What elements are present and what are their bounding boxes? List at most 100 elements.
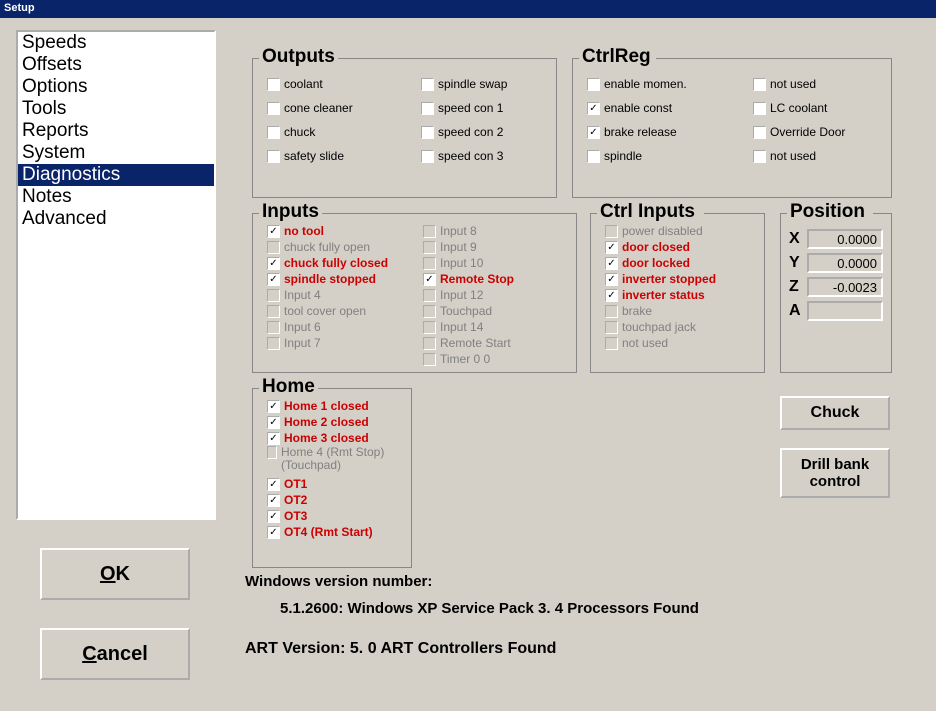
- drill-bank-button[interactable]: Drill bank control: [780, 448, 890, 498]
- outputs-checkbox[interactable]: [421, 126, 434, 139]
- home-row: Home 4 (Rmt Stop) (Touchpad): [267, 446, 402, 476]
- inputs-checkbox[interactable]: [267, 257, 280, 270]
- ctrlinputs-checkbox[interactable]: [605, 337, 618, 350]
- ctrlinputs-checkbox[interactable]: [605, 305, 618, 318]
- home-checkbox[interactable]: [267, 446, 277, 459]
- position-row-x: X0.0000: [789, 229, 883, 249]
- ctrlreg-row: Override Door: [753, 120, 845, 144]
- ctrlreg-row: enable momen.: [587, 72, 687, 96]
- ctrlinputs-label: power disabled: [622, 224, 703, 238]
- inputs-row: Input 7: [267, 335, 388, 351]
- inputs-checkbox[interactable]: [267, 273, 280, 286]
- outputs-checkbox[interactable]: [421, 102, 434, 115]
- inputs-label: spindle stopped: [284, 272, 376, 286]
- home-row: Home 1 closed: [267, 398, 402, 414]
- inputs-checkbox[interactable]: [423, 273, 436, 286]
- ctrlinputs-checkbox[interactable]: [605, 273, 618, 286]
- inputs-row: Input 10: [423, 255, 514, 271]
- ctrlreg-checkbox[interactable]: [587, 150, 600, 163]
- position-row-z: Z-0.0023: [789, 277, 883, 297]
- inputs-row: Input 9: [423, 239, 514, 255]
- win-version-label: Windows version number:: [245, 573, 432, 590]
- inputs-checkbox[interactable]: [423, 353, 436, 366]
- home-row: OT1: [267, 476, 402, 492]
- outputs-row: safety slide: [267, 144, 353, 168]
- position-axis-label: A: [789, 302, 807, 320]
- outputs-label: speed con 2: [438, 125, 503, 139]
- ctrlreg-checkbox[interactable]: [753, 78, 766, 91]
- ctrlinputs-group: Ctrl Inputs power disableddoor closeddoo…: [590, 213, 765, 373]
- nav-list[interactable]: SpeedsOffsetsOptionsToolsReportsSystemDi…: [16, 30, 216, 520]
- nav-item-notes[interactable]: Notes: [18, 186, 214, 208]
- outputs-checkbox[interactable]: [421, 78, 434, 91]
- home-label: OT4 (Rmt Start): [284, 525, 373, 539]
- title-bar: Setup: [0, 0, 936, 18]
- nav-item-diagnostics[interactable]: Diagnostics: [18, 164, 214, 186]
- home-checkbox[interactable]: [267, 478, 280, 491]
- ctrlinputs-label: not used: [622, 336, 668, 350]
- inputs-row: Remote Start: [423, 335, 514, 351]
- home-label: OT3: [284, 509, 307, 523]
- inputs-label: Timer 0 0: [440, 352, 490, 366]
- ctrlinputs-checkbox[interactable]: [605, 289, 618, 302]
- outputs-checkbox[interactable]: [267, 126, 280, 139]
- home-label: OT2: [284, 493, 307, 507]
- outputs-label: spindle swap: [438, 77, 507, 91]
- home-checkbox[interactable]: [267, 416, 280, 429]
- inputs-checkbox[interactable]: [267, 337, 280, 350]
- inputs-checkbox[interactable]: [267, 289, 280, 302]
- ctrlinputs-checkbox[interactable]: [605, 257, 618, 270]
- inputs-row: Touchpad: [423, 303, 514, 319]
- ctrlinputs-label: inverter status: [622, 288, 705, 302]
- home-checkbox[interactable]: [267, 494, 280, 507]
- ctrlinputs-checkbox[interactable]: [605, 225, 618, 238]
- outputs-checkbox[interactable]: [421, 150, 434, 163]
- inputs-checkbox[interactable]: [267, 241, 280, 254]
- nav-item-advanced[interactable]: Advanced: [18, 208, 214, 230]
- ctrlreg-label: not used: [770, 149, 816, 163]
- ctrlreg-checkbox[interactable]: [587, 126, 600, 139]
- ctrlinputs-checkbox[interactable]: [605, 241, 618, 254]
- outputs-label: cone cleaner: [284, 101, 353, 115]
- nav-item-tools[interactable]: Tools: [18, 98, 214, 120]
- ctrlreg-checkbox[interactable]: [753, 150, 766, 163]
- ctrlreg-checkbox[interactable]: [753, 102, 766, 115]
- position-value: 0.0000: [807, 253, 883, 273]
- nav-item-reports[interactable]: Reports: [18, 120, 214, 142]
- outputs-checkbox[interactable]: [267, 78, 280, 91]
- home-label: Home 3 closed: [284, 431, 369, 445]
- inputs-checkbox[interactable]: [267, 321, 280, 334]
- ok-button[interactable]: OK: [40, 548, 190, 600]
- inputs-checkbox[interactable]: [267, 225, 280, 238]
- inputs-row: Remote Stop: [423, 271, 514, 287]
- inputs-checkbox[interactable]: [423, 337, 436, 350]
- inputs-checkbox[interactable]: [423, 225, 436, 238]
- outputs-checkbox[interactable]: [267, 102, 280, 115]
- nav-item-options[interactable]: Options: [18, 76, 214, 98]
- ctrlreg-checkbox[interactable]: [753, 126, 766, 139]
- inputs-checkbox[interactable]: [423, 289, 436, 302]
- outputs-checkbox[interactable]: [267, 150, 280, 163]
- ctrlreg-checkbox[interactable]: [587, 78, 600, 91]
- nav-item-offsets[interactable]: Offsets: [18, 54, 214, 76]
- home-checkbox[interactable]: [267, 432, 280, 445]
- ctrlinputs-checkbox[interactable]: [605, 321, 618, 334]
- home-checkbox[interactable]: [267, 510, 280, 523]
- home-row: Home 3 closed: [267, 430, 402, 446]
- inputs-checkbox[interactable]: [423, 241, 436, 254]
- home-group: Home Home 1 closedHome 2 closedHome 3 cl…: [252, 388, 412, 568]
- nav-item-system[interactable]: System: [18, 142, 214, 164]
- cancel-button[interactable]: Cancel: [40, 628, 190, 680]
- outputs-row: speed con 3: [421, 144, 507, 168]
- home-checkbox[interactable]: [267, 400, 280, 413]
- chuck-button[interactable]: Chuck: [780, 396, 890, 430]
- nav-item-speeds[interactable]: Speeds: [18, 32, 214, 54]
- inputs-label: Remote Stop: [440, 272, 514, 286]
- inputs-checkbox[interactable]: [267, 305, 280, 318]
- inputs-checkbox[interactable]: [423, 305, 436, 318]
- home-checkbox[interactable]: [267, 526, 280, 539]
- ctrlreg-label: not used: [770, 77, 816, 91]
- ctrlreg-checkbox[interactable]: [587, 102, 600, 115]
- inputs-checkbox[interactable]: [423, 257, 436, 270]
- inputs-checkbox[interactable]: [423, 321, 436, 334]
